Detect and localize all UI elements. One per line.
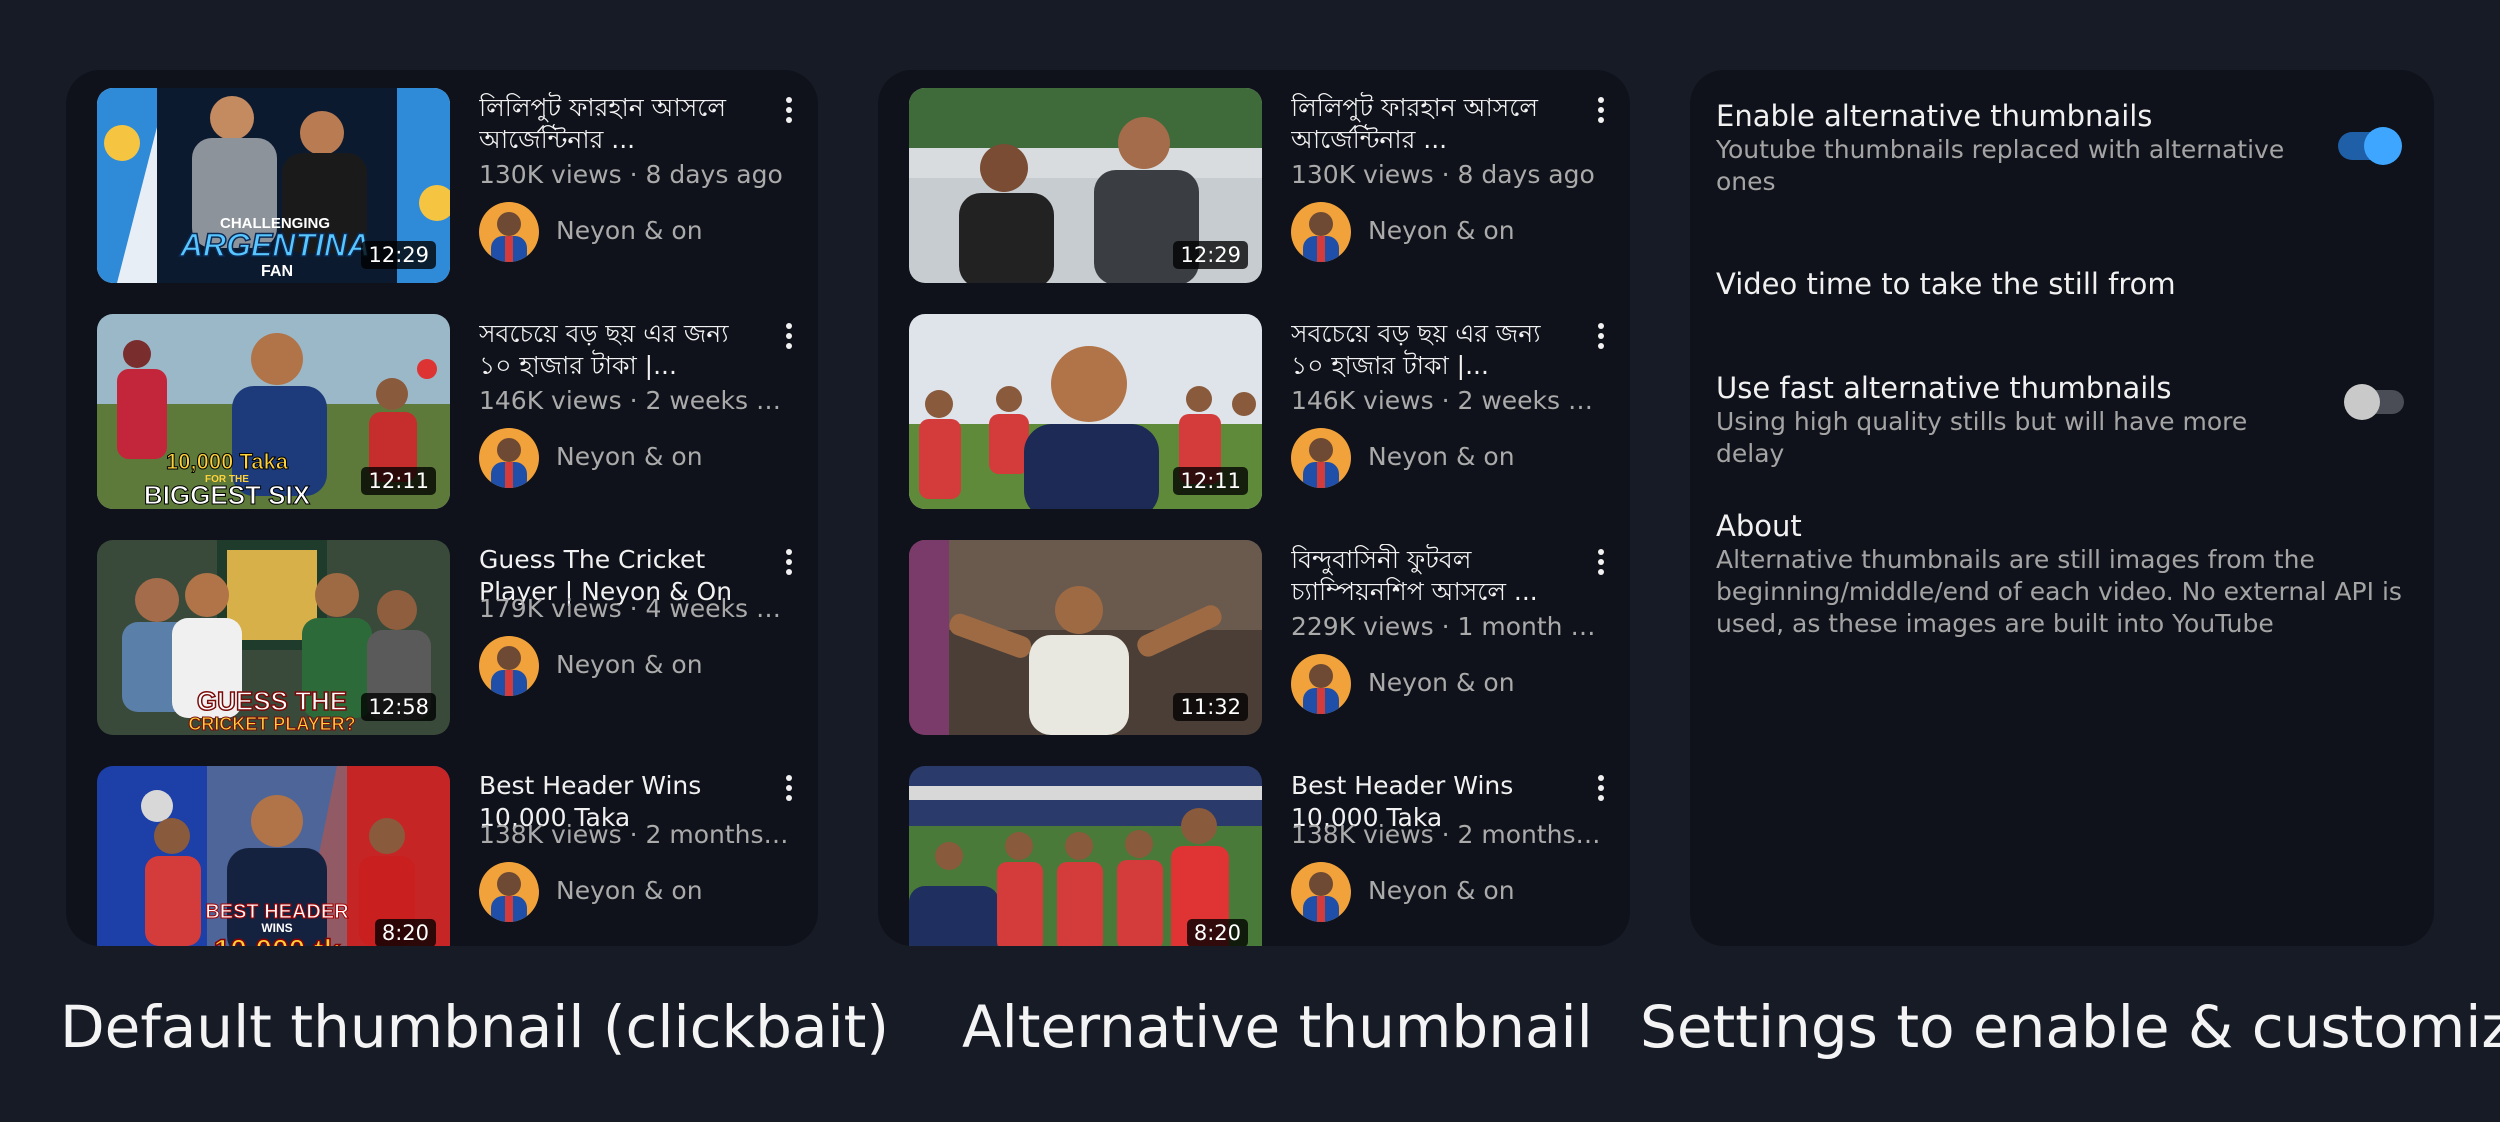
channel-avatar[interactable] [479,428,539,488]
enable-alternative-thumbnails-toggle[interactable] [2338,127,2402,165]
channel-name[interactable]: Neyon & on [1368,668,1515,697]
channel-row[interactable]: Neyon & on [1291,654,1601,714]
thumb-text: BIGGEST SIX [144,480,311,509]
video-title[interactable]: লিলিপুট ফারহান আসলে আর্জেন্টিনার ... [1291,92,1561,156]
channel-avatar[interactable] [1291,202,1351,262]
video-item[interactable]: 11:32 বিন্দুবাসিনী ফুটবল চ্যাম্পিয়নশিপ … [909,522,1610,735]
setting-about[interactable]: About Alternative thumbnails are still i… [1716,508,2406,640]
video-duration: 12:29 [1173,241,1248,269]
channel-name[interactable]: Neyon & on [556,216,703,245]
thumb-text: BEST HEADER [205,901,349,923]
video-meta: 130K views · 8 days ago [1291,160,1595,189]
video-duration: 8:20 [374,919,436,946]
video-title[interactable]: সবচেয়ে বড় ছয় এর জন্য ১০ হাজার টাকা |.… [1291,318,1561,382]
video-thumbnail[interactable]: CHALLENGING ARGENTINA FAN 12:29 [97,88,450,283]
channel-name[interactable]: Neyon & on [556,650,703,679]
setting-description: Youtube thumbnails replaced with alterna… [1716,135,2285,196]
video-duration: 12:58 [361,693,436,721]
channel-name[interactable]: Neyon & on [1368,876,1515,905]
setting-fast-alternative-thumbnails[interactable]: Use fast alternative thumbnails Using hi… [1716,370,2406,470]
alternative-thumbnail-panel: 12:29 লিলিপুট ফারহান আসলে আর্জেন্টিনার .… [878,70,1630,946]
channel-avatar[interactable] [479,202,539,262]
video-duration: 8:20 [1186,919,1248,946]
more-options-icon[interactable] [780,320,798,354]
channel-name[interactable]: Neyon & on [556,876,703,905]
video-title[interactable]: লিলিপুট ফারহান আসলে আর্জেন্টিনার ... [479,92,749,156]
channel-row[interactable]: Neyon & on [479,636,789,696]
video-meta: 146K views · 2 weeks ago [479,386,791,415]
setting-title: Enable alternative thumbnails [1716,99,2153,133]
video-item[interactable]: 12:29 লিলিপুট ফারহান আসলে আর্জেন্টিনার .… [909,70,1610,283]
more-options-icon[interactable] [780,546,798,580]
video-meta: 138K views · 2 months a... [479,820,791,849]
thumb-text: 10,000 tk [214,934,341,946]
video-item[interactable]: 8:20 Best Header Wins 10,000 Taka 138K v… [909,748,1610,946]
setting-title: Video time to take the still from [1716,267,2176,301]
fast-alternative-thumbnails-toggle[interactable] [2344,384,2404,420]
video-duration: 12:29 [361,241,436,269]
video-thumbnail[interactable]: 8:20 [909,766,1262,946]
channel-row[interactable]: Neyon & on [479,428,789,488]
channel-name[interactable]: Neyon & on [1368,442,1515,471]
toggle-knob [2364,127,2402,165]
more-options-icon[interactable] [1592,772,1610,806]
video-duration: 12:11 [361,467,436,495]
setting-title: About [1716,509,1802,543]
channel-name[interactable]: Neyon & on [556,442,703,471]
video-duration: 12:11 [1173,467,1248,495]
thumb-text: FAN [261,263,293,280]
setting-description: Alternative thumbnails are still images … [1716,545,2402,638]
thumb-text: CRICKET PLAYER? [188,714,355,734]
setting-video-time[interactable]: Video time to take the still from [1716,266,2406,302]
caption-alternative: Alternative thumbnail [962,993,1593,1061]
toggle-knob [2344,384,2380,420]
channel-avatar[interactable] [479,862,539,922]
channel-avatar[interactable] [1291,862,1351,922]
channel-row[interactable]: Neyon & on [1291,862,1601,922]
video-meta: 229K views · 1 month ago [1291,612,1603,641]
caption-settings: Settings to enable & customize it [1640,993,2500,1061]
video-thumbnail[interactable]: 11:32 [909,540,1262,735]
channel-row[interactable]: Neyon & on [1291,428,1601,488]
channel-name[interactable]: Neyon & on [1368,216,1515,245]
video-item[interactable]: 10,000 Taka FOR THE BIGGEST SIX 12:11 সব… [97,296,798,509]
more-options-icon[interactable] [780,772,798,806]
video-title[interactable]: সবচেয়ে বড় ছয় এর জন্য ১০ হাজার টাকা |.… [479,318,749,382]
channel-avatar[interactable] [1291,428,1351,488]
video-meta: 138K views · 2 months a... [1291,820,1603,849]
thumb-text: GUESS THE [197,686,347,716]
more-options-icon[interactable] [780,94,798,128]
video-thumbnail[interactable]: BEST HEADER WINS 10,000 tk 8:20 [97,766,450,946]
channel-avatar[interactable] [1291,654,1351,714]
thumb-text: 10,000 Taka [166,449,289,474]
video-title[interactable]: বিন্দুবাসিনী ফুটবল চ্যাম্পিয়নশিপ আসলে .… [1291,544,1561,608]
thumb-text: ARGENTINA [179,227,370,263]
channel-row[interactable]: Neyon & on [479,202,789,262]
video-thumbnail[interactable]: 10,000 Taka FOR THE BIGGEST SIX 12:11 [97,314,450,509]
video-meta: 179K views · 4 weeks ago [479,594,791,623]
default-thumbnail-panel: CHALLENGING ARGENTINA FAN 12:29 লিলিপুট … [66,70,818,946]
video-item[interactable]: CHALLENGING ARGENTINA FAN 12:29 লিলিপুট … [97,70,798,283]
more-options-icon[interactable] [1592,546,1610,580]
video-item[interactable]: GUESS THE CRICKET PLAYER? 12:58 Guess Th… [97,522,798,735]
caption-default: Default thumbnail (clickbait) [60,993,889,1061]
channel-row[interactable]: Neyon & on [479,862,789,922]
channel-row[interactable]: Neyon & on [1291,202,1601,262]
setting-enable-alternative-thumbnails[interactable]: Enable alternative thumbnails Youtube th… [1716,98,2406,198]
video-meta: 130K views · 8 days ago [479,160,783,189]
video-thumbnail[interactable]: GUESS THE CRICKET PLAYER? 12:58 [97,540,450,735]
more-options-icon[interactable] [1592,320,1610,354]
setting-title: Use fast alternative thumbnails [1716,371,2172,405]
video-thumbnail[interactable]: 12:11 [909,314,1262,509]
video-meta: 146K views · 2 weeks ago [1291,386,1603,415]
video-thumbnail[interactable]: 12:29 [909,88,1262,283]
video-item[interactable]: BEST HEADER WINS 10,000 tk 8:20 Best Hea… [97,748,798,946]
more-options-icon[interactable] [1592,94,1610,128]
channel-avatar[interactable] [479,636,539,696]
settings-panel: Enable alternative thumbnails Youtube th… [1690,70,2434,946]
setting-description: Using high quality stills but will have … [1716,407,2248,468]
video-item[interactable]: 12:11 সবচেয়ে বড় ছয় এর জন্য ১০ হাজার ট… [909,296,1610,509]
thumb-text: WINS [261,921,292,935]
video-duration: 11:32 [1173,693,1248,721]
